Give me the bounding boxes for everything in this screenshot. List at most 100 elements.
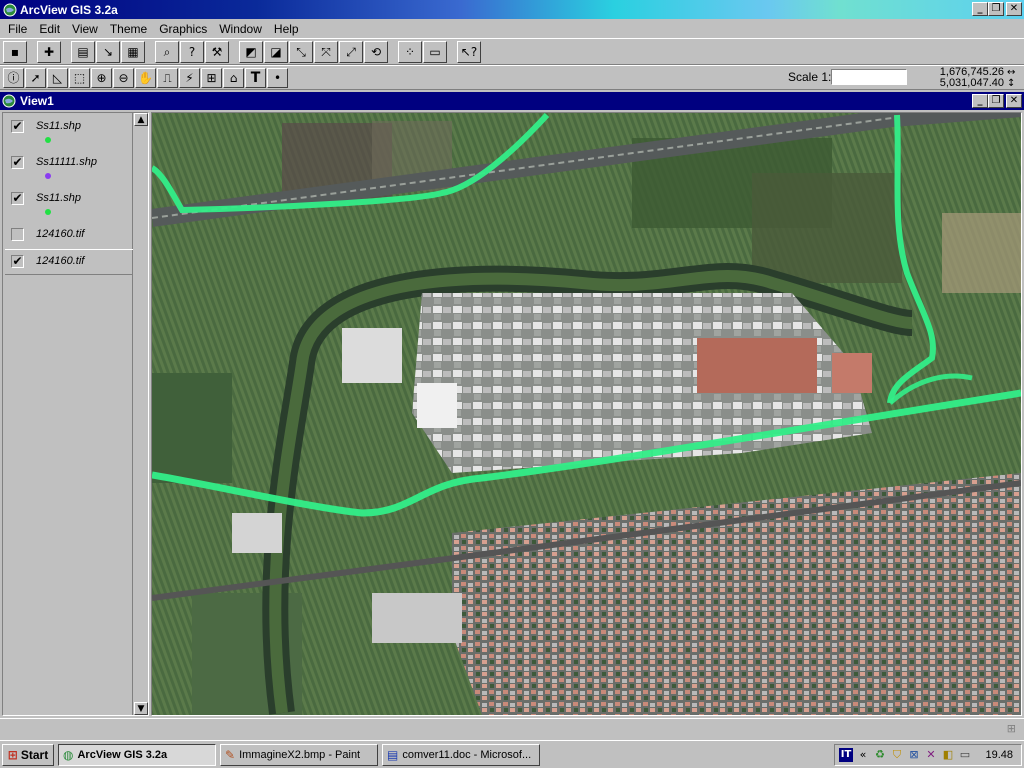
theme-ss11111[interactable]: ✔ Ss11111.shp [5, 151, 133, 187]
connection-icon[interactable]: ✕ [924, 748, 938, 762]
hotlink-tool[interactable]: ⚡ [179, 67, 200, 88]
start-button[interactable]: ⊞ Start [2, 743, 54, 766]
arcview-globe-icon [3, 3, 17, 16]
locate-address-button[interactable]: ? [180, 40, 204, 63]
windows-logo-icon: ⊞ [7, 747, 18, 762]
menu-theme[interactable]: Theme [104, 22, 153, 36]
label-tool[interactable]: ⌂ [223, 67, 244, 88]
hotlink-icon: ⚡ [185, 70, 194, 85]
theme-ss11-b[interactable]: ✔ Ss11.shp [5, 187, 133, 223]
text-tool[interactable]: T [245, 67, 266, 88]
minimize-button[interactable]: _ [972, 2, 988, 16]
add-theme-icon: ✚ [43, 44, 55, 59]
zoom-full-extent-button[interactable]: ◩ [239, 40, 263, 63]
status-bar: ⊞ [0, 718, 1024, 740]
start-label: Start [20, 747, 49, 762]
theme-124160-a[interactable]: 124160.tif [5, 223, 133, 249]
task-arcview[interactable]: ◍ ArcView GIS 3.2a [58, 743, 216, 766]
view-minimize-button[interactable]: _ [972, 94, 988, 108]
theme-visibility-checkbox[interactable]: ✔ [11, 156, 24, 169]
theme-properties-button[interactable]: ▤ [71, 40, 95, 63]
maximize-button[interactable]: ❐ [988, 2, 1004, 16]
add-theme-button[interactable]: ✚ [37, 40, 61, 63]
zoom-in-fixed-button[interactable]: ⤧ [314, 40, 338, 63]
pointer-icon: ➚ [30, 70, 41, 85]
close-button[interactable]: ✕ [1006, 2, 1022, 16]
theme-name: 124160.tif [36, 228, 85, 240]
area-of-interest-icon: ⊞ [206, 70, 217, 85]
app-title: ArcView GIS 3.2a [20, 2, 118, 17]
theme-visibility-checkbox[interactable]: ✔ [11, 255, 24, 268]
theme-ss11-a[interactable]: ✔ Ss11.shp [5, 115, 133, 151]
text-icon: T [250, 69, 261, 86]
shield-icon[interactable]: ⛉ [890, 748, 904, 762]
zoom-in-icon: ⤧ [321, 44, 331, 59]
theme-name: 124160.tif [36, 255, 85, 267]
clear-selection-button[interactable]: ▭ [423, 40, 447, 63]
vertex-edit-icon: ◺ [52, 70, 63, 85]
select-feature-tool[interactable]: ⬚ [69, 67, 90, 88]
point-symbol [45, 137, 51, 143]
zoom-out-fixed-button[interactable]: ⤢ [339, 40, 363, 63]
theme-visibility-checkbox[interactable] [11, 228, 24, 241]
view-maximize-button[interactable]: ❐ [988, 94, 1004, 108]
area-of-interest-tool[interactable]: ⊞ [201, 67, 222, 88]
network-icon[interactable]: ⊠ [907, 748, 921, 762]
identify-icon: ⓘ [7, 70, 20, 85]
resize-grip-icon[interactable]: ⊞ [1007, 722, 1016, 735]
point-symbol [45, 173, 51, 179]
theme-visibility-checkbox[interactable]: ✔ [11, 192, 24, 205]
identify-tool[interactable]: ⓘ [3, 67, 24, 88]
theme-visibility-checkbox[interactable]: ✔ [11, 120, 24, 133]
scroll-up-icon[interactable]: ▲ [134, 113, 148, 126]
zoom-in-tool[interactable]: ⊕ [91, 67, 112, 88]
scale-input[interactable] [831, 69, 907, 85]
zoom-active-themes-button[interactable]: ◪ [264, 40, 288, 63]
scroll-down-icon[interactable]: ▼ [134, 702, 148, 715]
task-word[interactable]: ▤ comver11.doc - Microsof... [382, 743, 540, 766]
draw-point-tool[interactable]: • [267, 67, 288, 88]
clear-selection-icon: ▭ [429, 44, 441, 59]
volume-icon[interactable]: ◧ [941, 748, 955, 762]
zoom-in-tool-icon: ⊕ [96, 70, 107, 85]
menu-help[interactable]: Help [268, 22, 305, 36]
menu-view[interactable]: View [66, 22, 104, 36]
help-icon: ↖? [460, 44, 478, 59]
view-close-button[interactable]: ✕ [1006, 94, 1022, 108]
menu-window[interactable]: Window [213, 22, 268, 36]
zoom-previous-button[interactable]: ⟲ [364, 40, 388, 63]
save-button[interactable]: ▪ [3, 40, 27, 63]
menu-graphics[interactable]: Graphics [153, 22, 213, 36]
menu-file[interactable]: File [2, 22, 33, 36]
map-display[interactable] [151, 112, 1022, 716]
help-button[interactable]: ↖? [457, 40, 481, 63]
toc-scrollbar[interactable]: ▲ ▼ [134, 113, 148, 715]
query-builder-button[interactable]: ⚒ [205, 40, 229, 63]
select-by-theme-button[interactable]: ⁘ [398, 40, 422, 63]
theme-124160-b[interactable]: ✔ 124160.tif [5, 249, 133, 275]
zoom-selected-icon: ⤡ [296, 44, 306, 59]
task-paint[interactable]: ✎ ImmagineX2.bmp - Paint [220, 743, 378, 766]
theme-name: Ss11.shp [36, 192, 82, 204]
open-table-button[interactable]: ▦ [121, 40, 145, 63]
open-table-icon: ▦ [127, 44, 139, 59]
edit-legend-button[interactable]: ↘ [96, 40, 120, 63]
zoom-out-tool[interactable]: ⊖ [113, 67, 134, 88]
recycle-tray-icon[interactable]: ♻ [873, 748, 887, 762]
pan-tool[interactable]: ✋ [135, 67, 156, 88]
view-title-bar[interactable]: View1 _ ❐ ✕ [0, 92, 1024, 110]
zoom-selected-button[interactable]: ⤡ [289, 40, 313, 63]
measure-tool[interactable]: ⎍ [157, 67, 178, 88]
zoom-out-tool-icon: ⊖ [118, 70, 129, 85]
vertex-edit-tool[interactable]: ◺ [47, 67, 68, 88]
find-button[interactable]: ⌕ [155, 40, 179, 63]
word-document-icon: ▤ [387, 747, 399, 762]
language-indicator[interactable]: IT [839, 748, 853, 762]
menu-edit[interactable]: Edit [33, 22, 66, 36]
app-title-bar[interactable]: ArcView GIS 3.2a _ ❐ ✕ [0, 0, 1024, 19]
pointer-tool[interactable]: ➚ [25, 67, 46, 88]
select-feature-icon: ⬚ [73, 70, 86, 85]
monitor-icon[interactable]: ▭ [958, 748, 972, 762]
tray-expand-icon[interactable]: « [856, 748, 870, 762]
label-icon: ⌂ [229, 70, 238, 85]
